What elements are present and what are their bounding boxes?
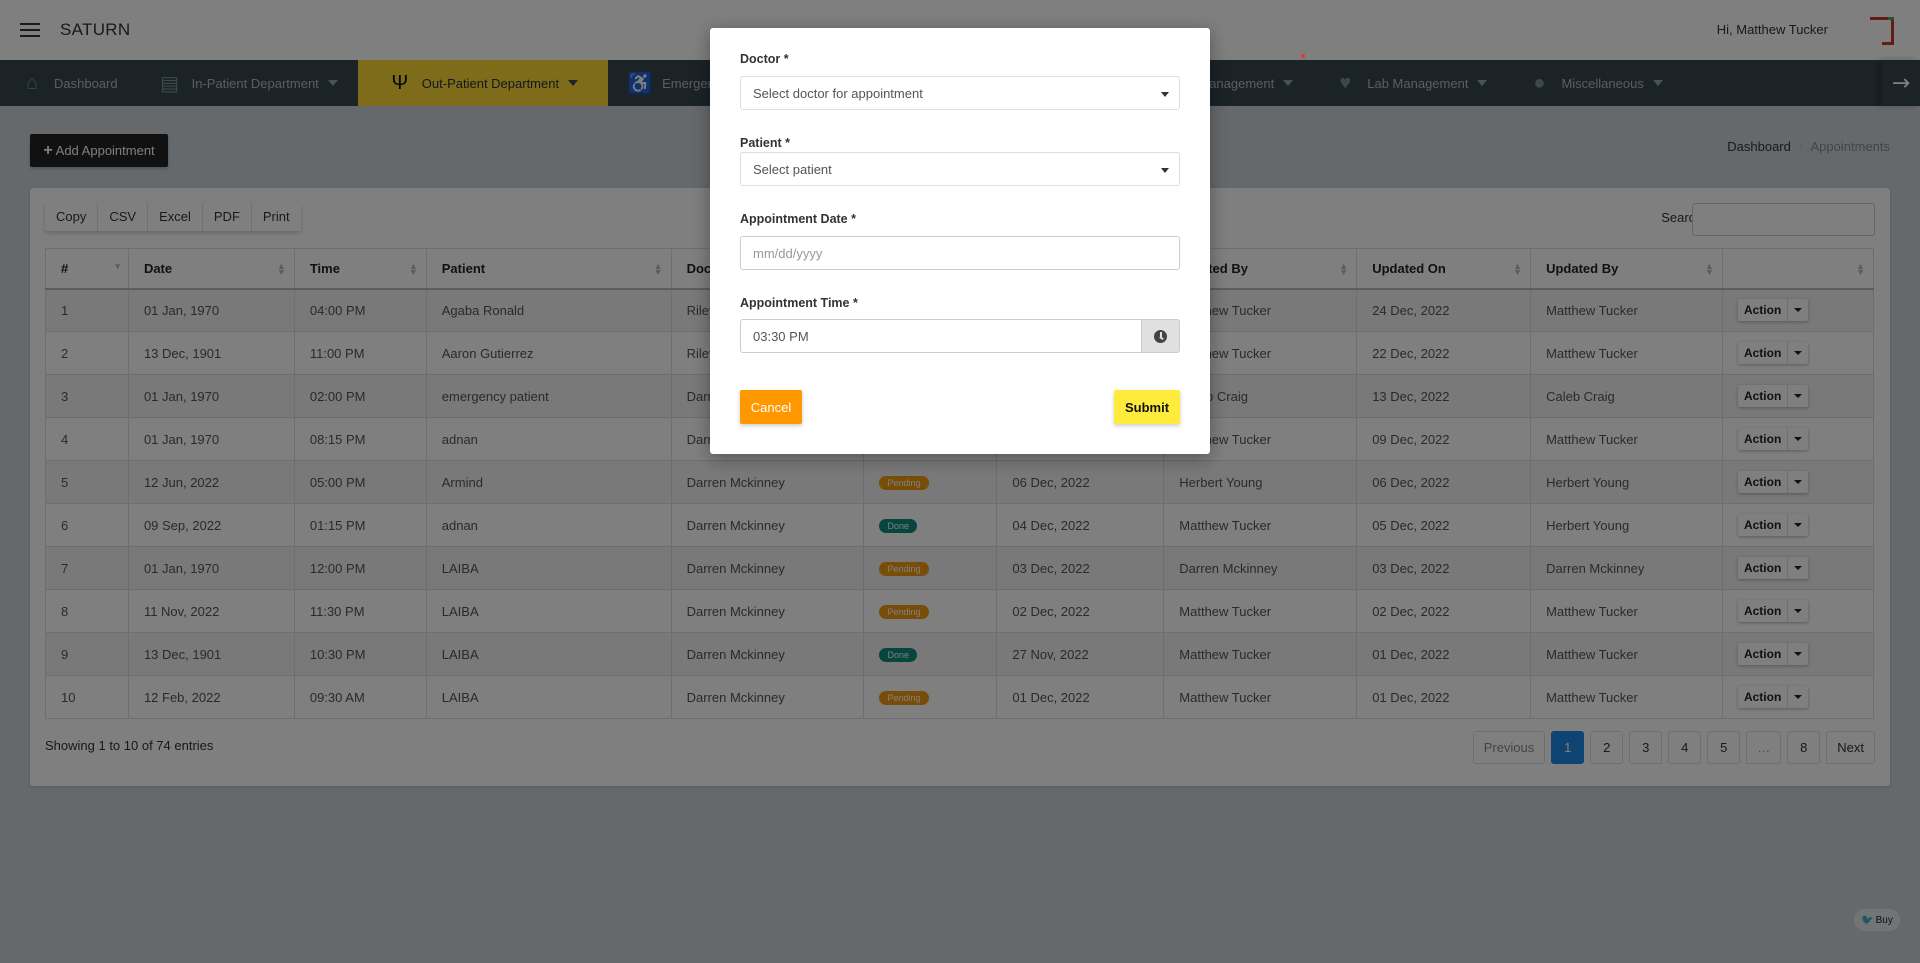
caret-down-icon	[1161, 92, 1169, 97]
appointment-time-label: Appointment Time *	[740, 296, 858, 310]
appointment-date-label: Appointment Date *	[740, 212, 856, 226]
caret-down-icon	[1161, 168, 1169, 173]
cancel-button[interactable]: Cancel	[740, 390, 802, 424]
clock-icon	[1154, 329, 1167, 343]
notification-dot	[1301, 54, 1305, 58]
appointment-date-input[interactable]: mm/dd/yyyy	[740, 236, 1180, 270]
appointment-time-input[interactable]: 03:30 PM	[740, 319, 1142, 353]
add-appointment-modal: Doctor * Select doctor for appointment P…	[710, 28, 1210, 454]
patient-select[interactable]: Select patient	[740, 152, 1180, 186]
time-picker-button[interactable]	[1142, 319, 1180, 353]
doctor-select[interactable]: Select doctor for appointment	[740, 76, 1180, 110]
appointment-time-group: 03:30 PM	[740, 319, 1180, 353]
doctor-label: Doctor *	[740, 52, 789, 66]
patient-select-placeholder: Select patient	[753, 161, 832, 177]
doctor-select-placeholder: Select doctor for appointment	[753, 85, 923, 101]
submit-button[interactable]: Submit	[1114, 390, 1180, 424]
patient-label: Patient *	[740, 136, 791, 150]
